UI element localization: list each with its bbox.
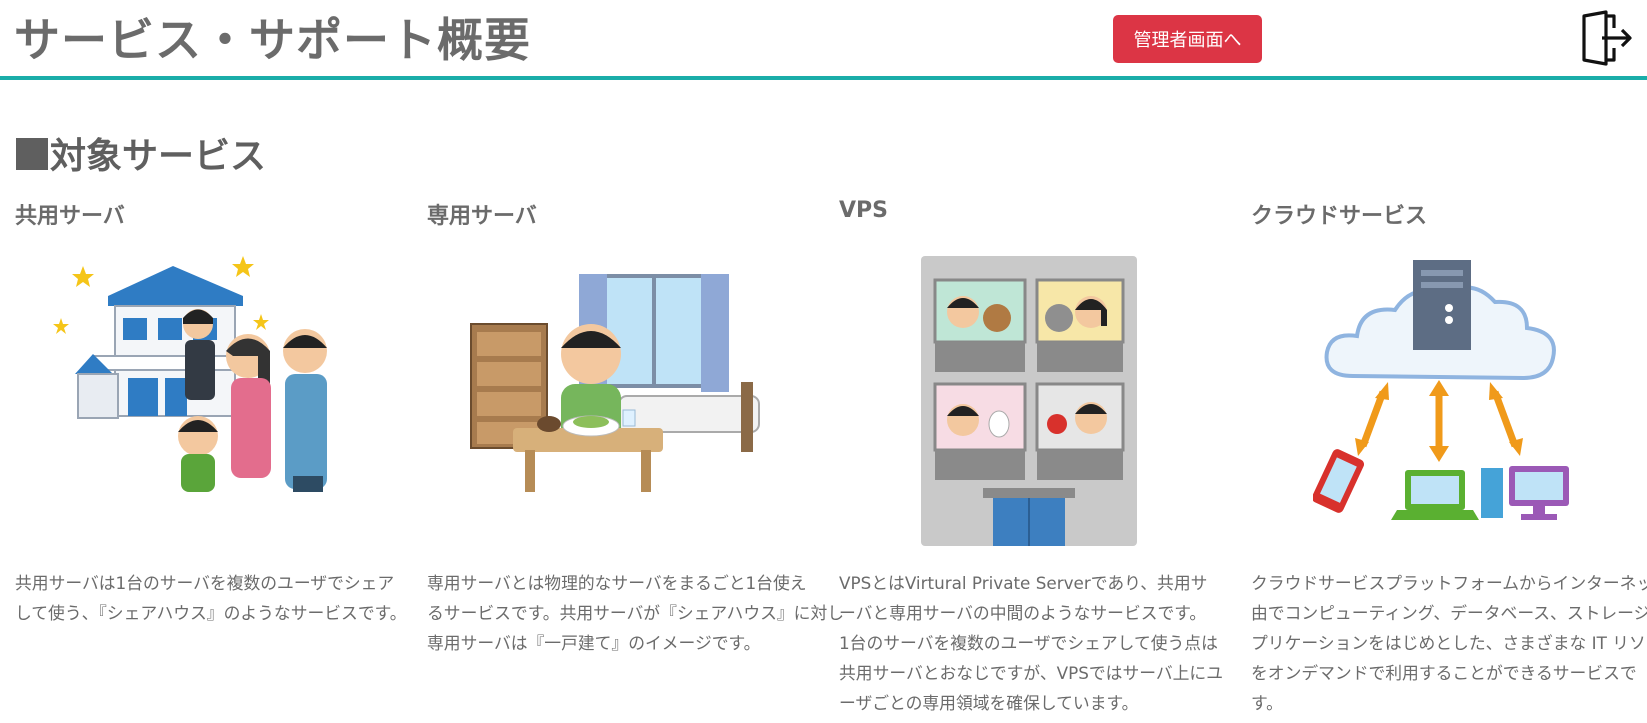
page-title: サービス・サポート概要 — [14, 13, 531, 67]
service-description: 専用サーバとは物理的なサーバをまるごと1台使え るサービスです。共用サーバが『シ… — [427, 573, 845, 653]
service-title: 専用サーバ — [427, 204, 537, 229]
page-header: サービス・サポート概要 管理者画面へ — [0, 0, 1647, 80]
service-description: VPSとはVirtural Private Serverであり、共用サ ーバと専… — [839, 573, 1223, 713]
service-title: VPS — [839, 198, 888, 223]
apartment-building-illustration — [921, 256, 1141, 546]
service-card-cloud: クラウドサービス クラウドサービスプラットフォームからインターネット経 由でコン… — [1251, 198, 1647, 713]
service-description: 共用サーバは1台のサーバを複数のユーザでシェア して使う、『シェアハウス』のよう… — [15, 573, 407, 623]
service-card-dedicated: 専用サーバ 専用サーバとは物理的なサーバをまるごと1台使え るサービスです。共用… — [427, 198, 844, 653]
square-bullet-icon — [16, 138, 48, 170]
service-title: 共用サーバ — [15, 204, 125, 229]
person-room-illustration — [469, 256, 769, 546]
service-card-vps: VPS VPSとはVirtural Private Serverであり、共用サ … — [839, 198, 1239, 713]
service-description: クラウドサービスプラットフォームからインターネット経 由でコンピューティング、デ… — [1251, 573, 1647, 713]
family-house-illustration — [53, 256, 363, 546]
service-card-shared: 共用サーバ 共用サーバは1台のサーバを複数のユーザでシェア して使う、『シェアハ… — [15, 198, 415, 623]
section-title-text: 対象サービス — [50, 136, 267, 177]
service-title: クラウドサービス — [1251, 204, 1428, 229]
cloud-server-devices-illustration — [1311, 256, 1573, 546]
logout-icon[interactable] — [1580, 10, 1634, 66]
admin-screen-button[interactable]: 管理者画面へ — [1113, 15, 1262, 63]
section-title: 対象サービス — [16, 127, 266, 179]
